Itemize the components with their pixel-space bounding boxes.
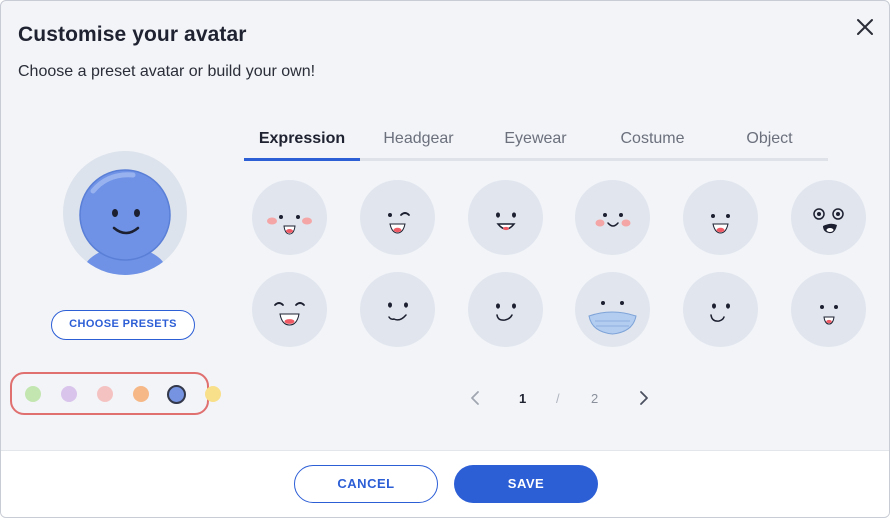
cancel-button[interactable]: CANCEL <box>294 465 438 503</box>
tab-label: Eyewear <box>504 130 567 147</box>
close-icon <box>857 19 873 35</box>
tab-label: Object <box>746 130 793 147</box>
prev-page-button[interactable] <box>467 389 485 407</box>
tab-eyewear[interactable]: Eyewear <box>477 125 594 162</box>
expression-happy[interactable] <box>683 180 758 255</box>
tab-object[interactable]: Object <box>711 125 828 162</box>
expression-masked[interactable] <box>575 272 650 347</box>
color-swatch-blue[interactable] <box>167 385 186 404</box>
tab-label: Headgear <box>383 130 454 147</box>
color-swatch-orange[interactable] <box>133 386 149 402</box>
expression-laughing[interactable] <box>252 272 327 347</box>
tab-label: Costume <box>620 130 685 147</box>
color-swatch-pink[interactable] <box>97 386 113 402</box>
expression-simple-smile[interactable] <box>791 272 866 347</box>
avatar-figure <box>79 169 171 275</box>
chevron-right-icon <box>640 391 648 405</box>
expression-smirk[interactable] <box>360 272 435 347</box>
expression-wink[interactable] <box>360 180 435 255</box>
expression-half-smile[interactable] <box>468 272 543 347</box>
avatar-dialog: Customise your avatar Choose a preset av… <box>0 0 890 518</box>
expression-grin[interactable] <box>468 180 543 255</box>
avatar-preview <box>63 151 187 275</box>
close-button[interactable] <box>851 13 879 41</box>
expression-content[interactable] <box>683 272 758 347</box>
current-page[interactable]: 1 <box>519 391 526 406</box>
dialog-title: Customise your avatar <box>18 23 247 46</box>
save-button[interactable]: SAVE <box>454 465 598 503</box>
color-swatch-green[interactable] <box>25 386 41 402</box>
tab-label: Expression <box>258 130 346 147</box>
expression-blushing-smile[interactable] <box>252 180 327 255</box>
tab-costume[interactable]: Costume <box>594 125 711 162</box>
tab-headgear[interactable]: Headgear <box>360 125 477 162</box>
dialog-subtitle: Choose a preset avatar or build your own… <box>18 63 316 80</box>
dialog-footer <box>1 450 889 517</box>
chevron-left-icon <box>471 391 479 405</box>
page-separator: / <box>556 391 560 406</box>
color-swatch-lavender[interactable] <box>61 386 77 402</box>
color-swatch-yellow[interactable] <box>205 386 221 402</box>
next-page-button[interactable] <box>634 389 652 407</box>
tab-expression[interactable]: Expression <box>244 125 360 162</box>
total-pages[interactable]: 2 <box>591 391 598 406</box>
expression-dizzy[interactable] <box>791 180 866 255</box>
choose-presets-button[interactable]: CHOOSE PRESETS <box>51 310 195 340</box>
expression-blushing-smile-small[interactable] <box>575 180 650 255</box>
